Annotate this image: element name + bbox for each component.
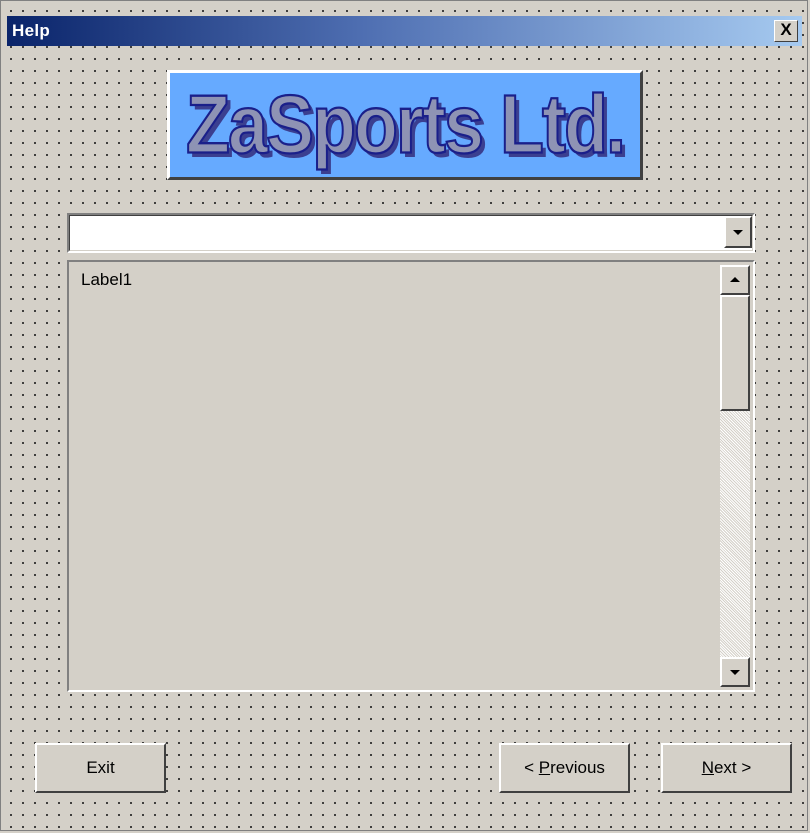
help-content-box[interactable]: Label1 <box>67 260 755 692</box>
next-button-label: Next > <box>701 758 752 777</box>
exit-button[interactable]: Exit <box>35 743 166 793</box>
previous-button[interactable]: < Previous <box>499 743 630 793</box>
company-logo: ZaSports Ltd. <box>167 70 643 180</box>
topic-dropdown-frame <box>69 215 753 251</box>
chevron-down-icon <box>733 230 743 235</box>
topic-dropdown[interactable] <box>67 213 755 253</box>
vertical-scrollbar[interactable] <box>720 265 750 687</box>
previous-button-label: < Previous <box>524 758 605 777</box>
close-icon: X <box>780 20 792 39</box>
scroll-down-arrow-icon <box>730 670 740 675</box>
title-bar[interactable]: Help X <box>7 16 802 46</box>
logo-text: ZaSports Ltd. <box>185 78 627 172</box>
next-button[interactable]: Next > <box>661 743 792 793</box>
scroll-thumb[interactable] <box>720 295 750 411</box>
scroll-up-button[interactable] <box>720 265 750 295</box>
scroll-down-button[interactable] <box>720 657 750 687</box>
close-button[interactable]: X <box>774 20 798 42</box>
help-content-label: Label1 <box>81 270 133 289</box>
scroll-up-arrow-icon <box>730 277 740 282</box>
exit-button-label: Exit <box>86 758 115 777</box>
window-title: Help <box>12 21 51 40</box>
dropdown-button[interactable] <box>724 216 752 248</box>
help-form-window: Help X ZaSports Ltd. Label1 Exit < Previ… <box>0 0 808 831</box>
